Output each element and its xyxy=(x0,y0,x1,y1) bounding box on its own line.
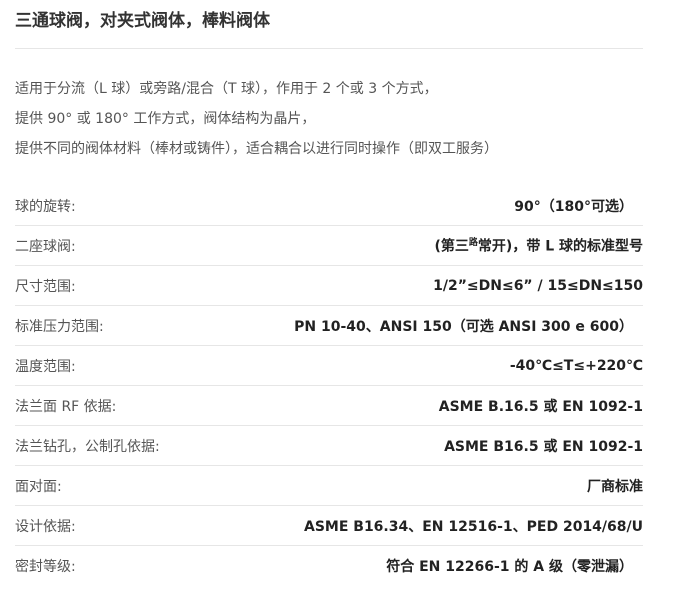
spec-label: 温度范围: xyxy=(15,358,76,375)
spec-label: 尺寸范围: xyxy=(15,278,76,295)
spec-value-sup: 路 xyxy=(468,238,478,249)
spec-label: 设计依据: xyxy=(15,518,76,535)
spec-value: PN 10-40、ANSI 150（可选 ANSI 300 e 600） xyxy=(294,318,633,335)
spec-row-flange-drilling: 法兰钻孔，公制孔依据: ASME B16.5 或 EN 1092-1 xyxy=(15,426,643,466)
intro-line: 提供 90° 或 180° 工作方式，阀体结构为晶片， xyxy=(15,111,316,127)
spec-row-face-to-face: 面对面: 厂商标准 xyxy=(15,466,643,506)
spec-value: ASME B.16.5 或 EN 1092-1 xyxy=(438,398,643,415)
spec-value: 90°（180°可选） xyxy=(514,198,633,215)
intro-paragraph: 适用于分流（L 球）或旁路/混合（T 球），作用于 2 个或 3 个方式， 提供… xyxy=(15,74,655,164)
spec-label: 法兰钻孔，公制孔依据: xyxy=(15,438,160,455)
spec-value: 1/2”≤DN≤6” / 15≤DN≤150 xyxy=(433,277,643,294)
spec-row-temperature: 温度范围: -40℃≤T≤+220℃ xyxy=(15,346,643,386)
spec-label: 密封等级: xyxy=(15,559,76,575)
spec-value-part: 常开)，带 L 球的标准型号 xyxy=(477,238,643,255)
spec-row-design-basis: 设计依据: ASME B16.34、EN 12516-1、PED 2014/68… xyxy=(15,506,643,546)
page-title: 三通球阀，对夹式阀体，棒料阀体 xyxy=(15,11,270,31)
spec-value: 符合 EN 12266-1 的 A 级（零泄漏） xyxy=(386,559,633,575)
spec-value: (第三路常开)，带 L 球的标准型号 xyxy=(435,235,644,256)
spec-label: 球的旋转: xyxy=(15,198,76,215)
spec-label: 标准压力范围: xyxy=(15,318,104,335)
spec-row-flange-face: 法兰面 RF 依据: ASME B.16.5 或 EN 1092-1 xyxy=(15,386,643,426)
title-divider xyxy=(15,48,643,49)
intro-line: 提供不同的阀体材料（棒材或铸件），适合耦合以进行同时操作（即双工服务） xyxy=(15,141,498,157)
spec-label: 法兰面 RF 依据: xyxy=(15,398,117,415)
spec-row-ball-rotation: 球的旋转: 90°（180°可选） xyxy=(15,186,643,226)
spec-label: 面对面: xyxy=(15,478,62,495)
spec-table: 球的旋转: 90°（180°可选） 二座球阀: (第三路常开)，带 L 球的标准… xyxy=(15,186,643,586)
spec-row-size-range: 尺寸范围: 1/2”≤DN≤6” / 15≤DN≤150 xyxy=(15,266,643,306)
intro-line: 适用于分流（L 球）或旁路/混合（T 球），作用于 2 个或 3 个方式， xyxy=(15,81,438,97)
spec-value: 厂商标准 xyxy=(587,478,643,495)
spec-value: ASME B16.5 或 EN 1092-1 xyxy=(444,438,643,455)
spec-label: 二座球阀: xyxy=(15,238,76,255)
spec-value: ASME B16.34、EN 12516-1、PED 2014/68/U xyxy=(303,518,643,535)
spec-value-part: (第三 xyxy=(434,238,469,255)
spec-row-two-seat: 二座球阀: (第三路常开)，带 L 球的标准型号 xyxy=(15,226,643,266)
spec-value: -40℃≤T≤+220℃ xyxy=(509,357,643,374)
spec-row-pressure: 标准压力范围: PN 10-40、ANSI 150（可选 ANSI 300 e … xyxy=(15,306,643,346)
spec-row-seal-class: 密封等级: 符合 EN 12266-1 的 A 级（零泄漏） xyxy=(15,546,643,586)
